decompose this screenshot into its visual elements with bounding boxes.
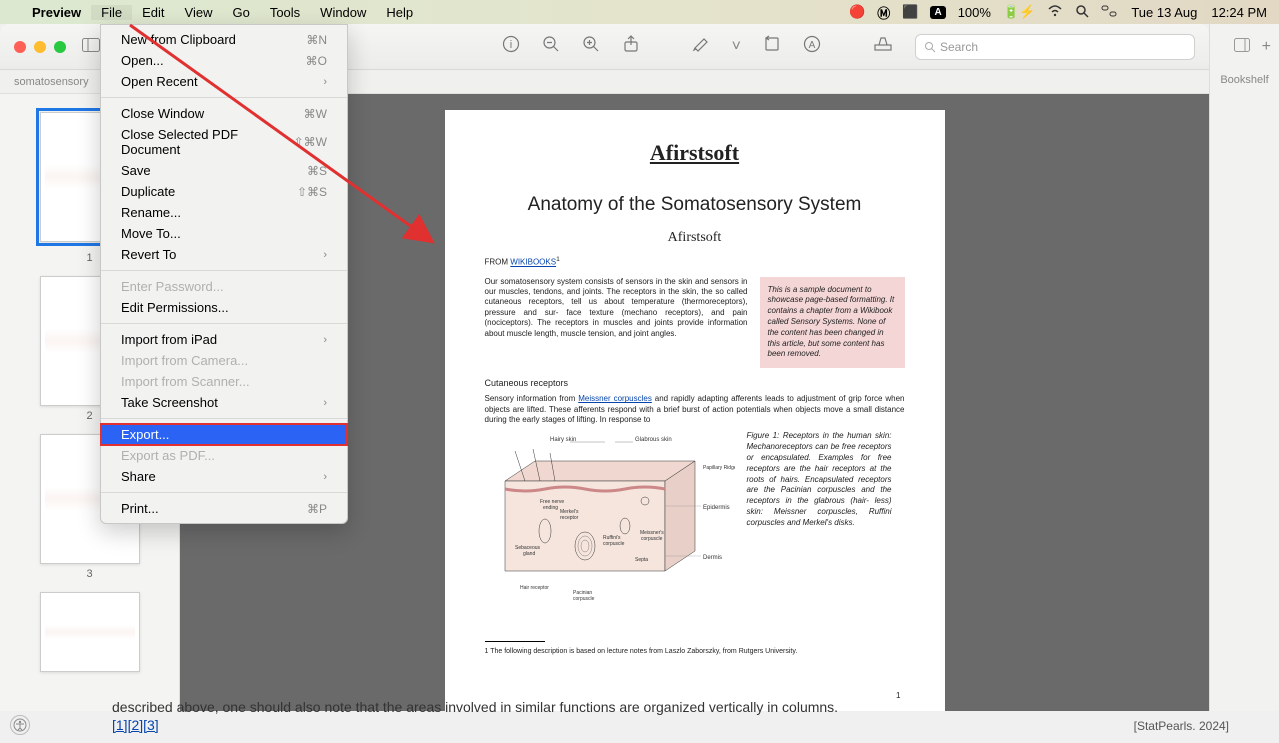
add-icon[interactable]: +: [1262, 38, 1271, 56]
info-icon[interactable]: i: [502, 35, 520, 58]
share-icon[interactable]: [622, 35, 640, 58]
svg-text:receptor: receptor: [560, 515, 579, 521]
menu-item-duplicate[interactable]: Duplicate⇧⌘S: [101, 181, 347, 202]
document-page: Afirstsoft Anatomy of the Somatosensory …: [445, 110, 945, 711]
status-icon-2[interactable]: Ⓜ: [877, 3, 890, 22]
wifi-icon[interactable]: [1047, 5, 1063, 20]
from-link[interactable]: WIKIBOOKS: [510, 258, 556, 267]
doc-sidenote: This is a sample document to showcase pa…: [760, 277, 905, 369]
citation-label: [StatPearls. 2024]: [1134, 719, 1229, 733]
accessibility-icon[interactable]: [10, 715, 30, 735]
menu-view[interactable]: View: [175, 5, 223, 20]
rotate-icon[interactable]: [763, 35, 781, 58]
svg-text:Septa: Septa: [635, 557, 648, 563]
svg-text:Epidermis: Epidermis: [703, 505, 730, 511]
menu-go[interactable]: Go: [222, 5, 259, 20]
status-icon-3[interactable]: ⬛: [902, 4, 918, 20]
meissner-link[interactable]: Meissner corpuscles: [578, 394, 652, 403]
menu-item-move-to[interactable]: Move To...: [101, 223, 347, 244]
figure-skin-diagram: Hairy skin Glabrous skin: [485, 431, 735, 621]
menu-item-export[interactable]: Export...: [101, 424, 347, 445]
footnote: 1 The following description is based on …: [485, 648, 905, 655]
from-label: FROM: [485, 258, 511, 267]
menu-item-export-as-pdf: Export as PDF...: [101, 445, 347, 466]
doc-brand: Afirstsoft: [485, 140, 905, 166]
svg-text:Hair receptor: Hair receptor: [520, 585, 549, 591]
annotate-icon[interactable]: A: [803, 35, 821, 58]
search-input[interactable]: Search: [915, 34, 1195, 60]
svg-text:gland: gland: [523, 551, 535, 557]
svg-text:ending: ending: [543, 505, 558, 511]
svg-text:corpuscle: corpuscle: [641, 536, 663, 542]
svg-text:Dermis: Dermis: [703, 555, 722, 561]
menu-item-import-from-ipad[interactable]: Import from iPad›: [101, 329, 347, 350]
menu-item-close-selected-pdf-document[interactable]: Close Selected PDF Document⇧⌘W: [101, 124, 347, 160]
status-icon-1[interactable]: 🔴: [849, 4, 865, 20]
zoom-out-icon[interactable]: [542, 35, 560, 58]
sidebar-toggle-icon[interactable]: [82, 38, 100, 55]
menu-file[interactable]: File: [91, 5, 132, 20]
svg-text:corpuscle: corpuscle: [603, 541, 625, 547]
spotlight-icon[interactable]: [1075, 4, 1089, 21]
bookshelf-label: Bookshelf: [1210, 74, 1279, 86]
svg-text:corpuscle: corpuscle: [573, 596, 595, 602]
markup-icon[interactable]: [692, 35, 710, 58]
highlight-icon[interactable]: [873, 35, 893, 58]
menu-item-import-from-camera: Import from Camera...: [101, 350, 347, 371]
battery-pct[interactable]: 100%: [958, 5, 991, 20]
svg-text:A: A: [809, 40, 816, 51]
sidebar-doc-label: somatosensory: [14, 76, 89, 88]
menu-item-revert-to[interactable]: Revert To›: [101, 244, 347, 265]
page-number: 1: [896, 691, 900, 700]
menu-item-edit-permissions[interactable]: Edit Permissions...: [101, 297, 347, 318]
menu-edit[interactable]: Edit: [132, 5, 174, 20]
close-window-button[interactable]: [14, 41, 26, 53]
menu-tools[interactable]: Tools: [260, 5, 310, 20]
menubar-time[interactable]: 12:24 PM: [1211, 5, 1267, 20]
menu-item-rename[interactable]: Rename...: [101, 202, 347, 223]
figure-caption: Figure 1: Receptors in the human skin: M…: [747, 431, 892, 621]
dropdown-chevron-icon[interactable]: ˅: [732, 38, 741, 56]
background-text: described above, one should also note th…: [112, 699, 838, 735]
battery-icon[interactable]: 🔋⚡: [1003, 4, 1035, 20]
minimize-window-button[interactable]: [34, 41, 46, 53]
control-center-icon[interactable]: [1101, 5, 1117, 20]
file-menu-dropdown: New from Clipboard⌘NOpen...⌘OOpen Recent…: [100, 24, 348, 524]
doc-title: Anatomy of the Somatosensory System: [485, 194, 905, 216]
zoom-window-button[interactable]: [54, 41, 66, 53]
menu-item-save[interactable]: Save⌘S: [101, 160, 347, 181]
status-icon-a[interactable]: A: [930, 6, 945, 19]
sidebar-panel-icon[interactable]: [1234, 38, 1250, 56]
doc-para1: Our somatosensory system consists of sen…: [485, 277, 748, 339]
menu-item-new-from-clipboard[interactable]: New from Clipboard⌘N: [101, 29, 347, 50]
zoom-in-icon[interactable]: [582, 35, 600, 58]
menu-item-enter-password: Enter Password...: [101, 276, 347, 297]
menu-item-import-from-scanner: Import from Scanner...: [101, 371, 347, 392]
search-placeholder: Search: [940, 40, 978, 54]
section-header: Cutaneous receptors: [485, 378, 905, 388]
menu-window[interactable]: Window: [310, 5, 376, 20]
doc-subtitle: Afirstsoft: [485, 230, 905, 246]
menu-item-share[interactable]: Share›: [101, 466, 347, 487]
menubar-date[interactable]: Tue 13 Aug: [1131, 5, 1197, 20]
menu-help[interactable]: Help: [376, 5, 423, 20]
menu-item-print[interactable]: Print...⌘P: [101, 498, 347, 519]
menu-item-open-recent[interactable]: Open Recent›: [101, 71, 347, 92]
app-name[interactable]: Preview: [22, 5, 91, 20]
svg-text:i: i: [509, 39, 511, 51]
menu-item-take-screenshot[interactable]: Take Screenshot›: [101, 392, 347, 413]
menu-item-open[interactable]: Open...⌘O: [101, 50, 347, 71]
label-glabrous: Glabrous skin: [635, 437, 672, 443]
svg-text:Papillary Ridges: Papillary Ridges: [703, 465, 735, 471]
thumbnail-page-4[interactable]: [40, 592, 140, 672]
menu-item-close-window[interactable]: Close Window⌘W: [101, 103, 347, 124]
